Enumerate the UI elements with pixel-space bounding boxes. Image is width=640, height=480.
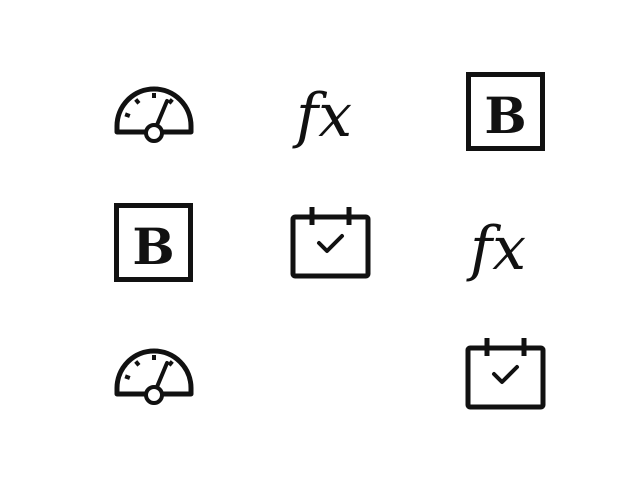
bold-glyph: B	[484, 86, 526, 145]
function-fx-icon: fx	[288, 70, 368, 151]
gauge-icon	[113, 80, 195, 144]
bold-b-icon: B	[114, 203, 194, 283]
bold-glyph: B	[132, 217, 174, 276]
icon-grid: fx B B fx	[0, 0, 640, 480]
gauge-icon	[113, 342, 195, 406]
fx-glyph: fx	[292, 81, 352, 151]
calendar-check-icon	[290, 205, 372, 281]
bold-b-icon: B	[466, 72, 546, 152]
fx-glyph: fx	[466, 214, 526, 284]
function-fx-icon: fx	[462, 203, 542, 284]
calendar-check-icon	[465, 336, 547, 412]
